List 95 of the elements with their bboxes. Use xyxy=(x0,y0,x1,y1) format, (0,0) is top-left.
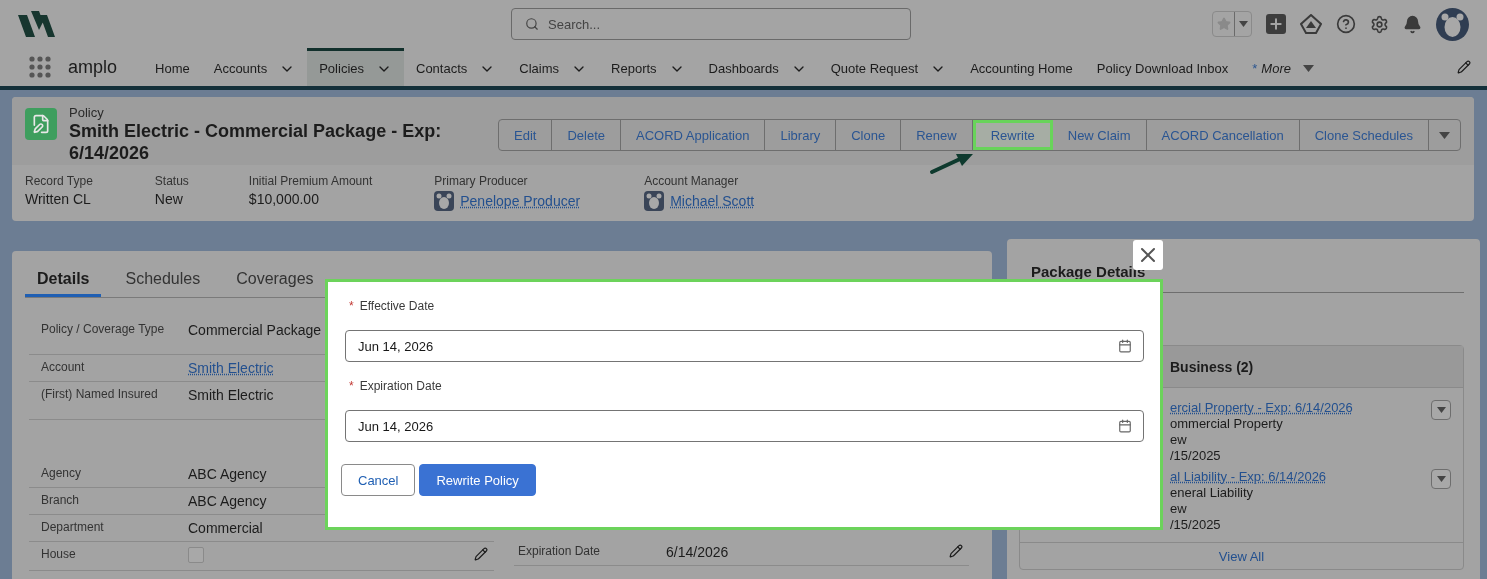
nav-tab[interactable]: Quote Request xyxy=(818,48,959,86)
field-value: ABC Agency xyxy=(188,493,267,509)
avatar-icon[interactable] xyxy=(1436,7,1469,41)
caret-icon[interactable] xyxy=(1238,21,1248,27)
nav-tab[interactable]: Contacts xyxy=(404,48,508,86)
field-value: Written CL xyxy=(25,191,92,207)
item-detail: ew xyxy=(1170,501,1188,517)
logo-icon[interactable] xyxy=(18,11,55,37)
tab[interactable]: Coverages xyxy=(224,264,326,297)
bell-icon[interactable] xyxy=(1403,14,1422,34)
app-name: amplo xyxy=(68,56,118,78)
field-label: (First) Named Insured xyxy=(41,387,159,402)
policy-link[interactable]: al Liability - Exp: 6/14/2026 xyxy=(1170,469,1327,485)
caret-icon[interactable] xyxy=(1436,476,1446,482)
policy-link[interactable]: ercial Property - Exp: 6/14/2026 xyxy=(1170,400,1353,416)
field-value: Commercial xyxy=(188,520,263,536)
field-label: Record Type xyxy=(25,174,93,188)
field-label: Initial Premium Amount xyxy=(248,174,373,188)
app-launcher-icon[interactable] xyxy=(28,55,52,79)
nav-tab[interactable]: Accounting Home xyxy=(958,48,1085,86)
row-menu-button[interactable] xyxy=(1431,400,1451,420)
star-icon[interactable] xyxy=(1216,17,1231,31)
caret-icon[interactable] xyxy=(1436,407,1446,413)
nav-tab[interactable]: Dashboards xyxy=(696,48,819,86)
tab[interactable]: Details xyxy=(25,264,102,297)
user-link[interactable]: Penelope Producer xyxy=(460,193,581,209)
caret-icon[interactable] xyxy=(1439,131,1450,139)
action-button[interactable]: Renew xyxy=(901,120,973,150)
action-button[interactable]: Edit xyxy=(499,120,553,150)
help-icon[interactable] xyxy=(1336,14,1356,34)
date-field[interactable]: Jun 14, 2026 xyxy=(345,410,1144,442)
nav-tab[interactable]: Reports xyxy=(599,48,697,86)
field-value: ABC Agency xyxy=(188,466,267,482)
field-value: New xyxy=(154,191,184,207)
checkbox[interactable] xyxy=(188,547,204,563)
action-button[interactable]: New Claim xyxy=(1052,120,1147,150)
field-label: Status xyxy=(154,174,189,188)
settings-icon[interactable] xyxy=(1370,14,1389,34)
field-label: House xyxy=(41,547,77,562)
calendar-icon[interactable] xyxy=(1118,419,1132,433)
field-value: Commercial Package xyxy=(188,322,322,338)
action-button[interactable]: ACORD Application xyxy=(621,120,766,150)
action-button[interactable]: Library xyxy=(765,120,837,150)
field-label: Agency xyxy=(41,466,83,481)
nav-tab[interactable]: Accounts xyxy=(201,48,308,86)
search-field[interactable]: Search... xyxy=(511,8,911,40)
field-label: Department xyxy=(41,520,105,535)
edit-nav-icon[interactable] xyxy=(1457,60,1471,74)
field-label: Account xyxy=(41,360,86,375)
nav-tab[interactable]: * More xyxy=(1240,48,1326,86)
caret-icon[interactable] xyxy=(1303,65,1314,72)
required-mark: * xyxy=(349,299,354,313)
account-link[interactable]: Smith Electric xyxy=(188,360,274,376)
field-label: Policy / Coverage Type xyxy=(41,322,166,337)
mountain-icon[interactable] xyxy=(1300,14,1322,34)
nav-tab[interactable]: Policies xyxy=(307,48,404,86)
action-button[interactable]: Delete xyxy=(552,120,622,150)
tab[interactable]: Schedules xyxy=(113,264,213,297)
date-field[interactable]: Jun 14, 2026 xyxy=(345,330,1144,362)
item-detail: ommercial Property xyxy=(1170,416,1284,432)
search-icon xyxy=(525,17,539,31)
field-value: Smith Electric xyxy=(188,387,274,403)
item-detail: /15/2025 xyxy=(1170,448,1222,464)
field-value: 6/14/2026 xyxy=(666,544,729,560)
field-label: Primary Producer xyxy=(434,174,529,188)
nav-tab[interactable]: Policy Download Inbox xyxy=(1084,48,1241,86)
record-title: Smith Electric - Commercial Package - Exp: 6/14/2026 xyxy=(69,120,443,164)
field-label: Account Manager xyxy=(644,174,740,188)
item-detail: eneral Liability xyxy=(1170,485,1255,501)
policy-icon xyxy=(25,108,57,140)
field-label: Expiration Date xyxy=(518,544,602,559)
nav-tab[interactable]: Claims xyxy=(507,48,600,86)
field-label: Branch xyxy=(41,493,81,508)
action-button[interactable]: Clone xyxy=(836,120,902,150)
field-value: $10,000.00 xyxy=(248,191,320,207)
item-detail: ew xyxy=(1170,432,1188,448)
cancel-button[interactable]: Cancel xyxy=(341,464,416,496)
field-label: Effective Date xyxy=(359,299,435,313)
arrow-annotation xyxy=(928,153,974,175)
required-mark: * xyxy=(349,379,354,393)
user-icon xyxy=(434,191,455,211)
submit-button[interactable]: Rewrite Policy xyxy=(419,464,536,496)
calendar-icon[interactable] xyxy=(1118,339,1132,353)
object-label: Policy xyxy=(69,105,105,120)
action-button[interactable]: Clone Schedules xyxy=(1299,120,1429,150)
add-button[interactable] xyxy=(1266,14,1286,34)
item-detail: /15/2025 xyxy=(1170,517,1222,533)
user-icon xyxy=(644,191,665,211)
action-button[interactable]: Rewrite xyxy=(972,120,1053,150)
view-all-link[interactable]: View All xyxy=(1218,548,1265,564)
action-button[interactable]: ACORD Cancellation xyxy=(1146,120,1300,150)
field-label: Expiration Date xyxy=(359,379,442,393)
row-menu-button[interactable] xyxy=(1431,469,1451,489)
user-link[interactable]: Michael Scott xyxy=(670,193,755,209)
nav-tab[interactable]: Home xyxy=(143,48,202,86)
